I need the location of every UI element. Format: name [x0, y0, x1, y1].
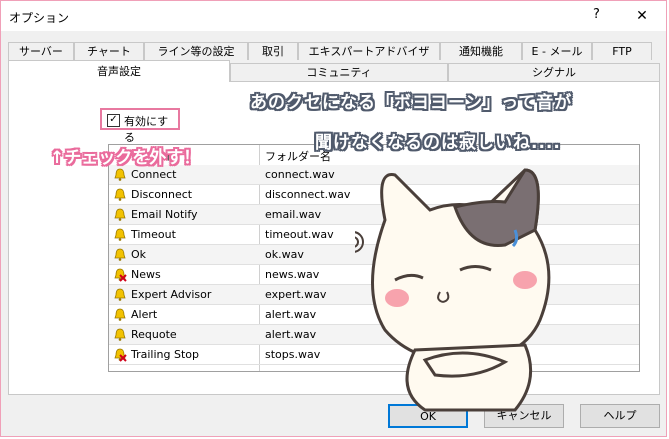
event-name: Trailing Stop	[131, 348, 199, 361]
tab-ftp[interactable]: FTP	[592, 42, 652, 60]
bell-icon	[114, 208, 126, 221]
bell-icon	[114, 328, 126, 341]
tab-trade[interactable]: 取引	[248, 42, 298, 60]
window-title: オプション	[9, 11, 70, 25]
event-name: Requote	[131, 328, 177, 341]
event-name: Connect	[131, 168, 177, 181]
enable-checkbox-highlight: ✓ 有効にする	[100, 108, 180, 144]
tab-notifications[interactable]: 通知機能	[440, 42, 522, 60]
sound-file: timeout.wav	[265, 228, 334, 241]
tab-expert-advisor[interactable]: エキスパートアドバイザ	[298, 42, 440, 60]
title-bar: オプション ? ✕	[1, 1, 666, 31]
pink-annotation: ↑チェックを外す！	[50, 148, 201, 168]
bell-disabled-icon	[114, 348, 127, 362]
tab-sound-settings[interactable]: 音声設定	[8, 60, 230, 82]
sound-file: expert.wav	[265, 288, 327, 301]
close-icon[interactable]: ✕	[627, 5, 657, 27]
event-name: News	[131, 268, 161, 281]
tab-line-settings[interactable]: ライン等の設定	[144, 42, 248, 60]
help-icon[interactable]: ?	[593, 7, 600, 22]
help-button[interactable]: ヘルプ	[580, 404, 660, 428]
tab-chart[interactable]: チャート	[74, 42, 144, 60]
tab-community[interactable]: コミュニティ	[230, 63, 448, 81]
tab-email[interactable]: E - メール	[522, 42, 592, 60]
bell-icon	[114, 288, 126, 301]
bell-icon	[114, 248, 126, 261]
tab-signals[interactable]: シグナル	[448, 63, 660, 81]
bell-icon	[114, 228, 126, 241]
sound-file: stops.wav	[265, 348, 321, 361]
event-name: Ok	[131, 248, 147, 261]
annotation-line-1: あのクセになる「ボヨヨーン」って音が	[250, 93, 573, 113]
bell-icon	[114, 308, 126, 321]
sound-file: news.wav	[265, 268, 320, 281]
sound-file: email.wav	[265, 208, 322, 221]
annotation-line-2: 聞けなくなるのは寂しいね....	[315, 133, 561, 153]
bell-disabled-icon	[114, 268, 127, 282]
sound-file: alert.wav	[265, 328, 317, 341]
event-name: Alert	[131, 308, 158, 321]
event-name: Disconnect	[131, 188, 193, 201]
enable-checkbox[interactable]: ✓	[107, 114, 120, 127]
bell-icon	[114, 188, 126, 201]
sound-file: connect.wav	[265, 168, 335, 181]
sound-file: disconnect.wav	[265, 188, 351, 201]
event-name: Expert Advisor	[131, 288, 212, 301]
sound-file: ok.wav	[265, 248, 304, 261]
sound-file: alert.wav	[265, 308, 317, 321]
enable-checkbox-label[interactable]: 有効にする	[124, 113, 178, 145]
tab-server[interactable]: サーバー	[8, 42, 74, 60]
cat-mascot-illustration	[355, 168, 551, 412]
bell-icon	[114, 168, 126, 181]
event-name: Email Notify	[131, 208, 198, 221]
event-name: Timeout	[131, 228, 176, 241]
